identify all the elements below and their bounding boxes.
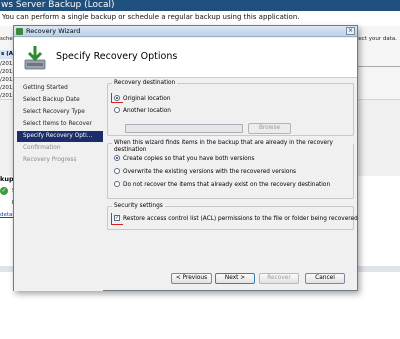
step-confirmation: Confirmation: [23, 145, 61, 151]
overwrite-label: Overwrite the existing versions with the…: [123, 169, 297, 175]
success-check-icon: ✓: [0, 187, 8, 195]
step-select-items[interactable]: Select Items to Recover: [17, 119, 103, 130]
red-annotation-mark: [111, 93, 123, 103]
background-title: ws Server Backup (Local): [1, 0, 115, 10]
skip-existing-radio[interactable]: [114, 180, 120, 187]
background-details-link[interactable]: detai: [0, 212, 14, 218]
background-right-snippet: tect your data.: [356, 36, 397, 42]
conflict-handling-legend: When this wizard finds items in the back…: [112, 140, 353, 154]
dialog-title-bar[interactable]: Recovery Wizard ×: [14, 26, 357, 37]
red-annotation-mark: [111, 213, 123, 225]
create-copies-radio[interactable]: [114, 154, 120, 161]
step-recovery-progress: Recovery Progress: [23, 157, 77, 163]
wizard-app-icon: [16, 28, 23, 35]
background-divider: [358, 66, 400, 100]
overwrite-radio[interactable]: [114, 167, 120, 174]
background-title-bar: ws Server Backup (Local): [0, 0, 400, 11]
another-location-radio[interactable]: [114, 106, 120, 113]
another-location-label: Another location: [123, 108, 171, 114]
security-settings-group: Security settings ✓ Restore access contro…: [107, 203, 358, 230]
previous-button[interactable]: < Previous: [171, 273, 212, 284]
page-title: Specify Recovery Options: [56, 51, 178, 62]
security-settings-legend: Security settings: [112, 203, 165, 210]
original-location-label: Original location: [123, 96, 171, 102]
step-select-recovery-type[interactable]: Select Recovery Type: [17, 107, 103, 118]
recovery-destination-legend: Recovery destination: [112, 80, 178, 87]
close-icon[interactable]: ×: [346, 27, 355, 35]
create-copies-option[interactable]: Create copies so that you have both vers…: [114, 154, 255, 163]
dialog-title: Recovery Wizard: [26, 27, 81, 35]
next-button[interactable]: Next >: [215, 273, 255, 284]
skip-existing-label: Do not recover the items that already ex…: [123, 182, 331, 188]
browse-button[interactable]: Browse: [248, 123, 291, 134]
wizard-content: Recovery destination Original location A…: [107, 79, 358, 291]
another-location-option[interactable]: Another location: [114, 106, 171, 115]
recovery-destination-group: Recovery destination Original location A…: [107, 80, 354, 136]
location-path-input[interactable]: [125, 124, 243, 133]
skip-existing-option[interactable]: Do not recover the items that already ex…: [114, 180, 331, 189]
step-select-backup-date[interactable]: Select Backup Date: [17, 95, 103, 106]
restore-acl-label: Restore access control list (ACL) permis…: [123, 216, 358, 222]
background-description: You can perform a single backup or sched…: [2, 13, 300, 21]
recover-button: Recover: [259, 273, 299, 284]
overwrite-option[interactable]: Overwrite the existing versions with the…: [114, 167, 297, 176]
wizard-header: Specify Recovery Options: [14, 38, 357, 78]
cancel-button[interactable]: Cancel: [305, 273, 345, 284]
conflict-handling-group: When this wizard finds items in the back…: [107, 140, 354, 199]
recovery-wizard-icon: [24, 46, 46, 70]
background-section-heading: kup: [0, 175, 14, 183]
step-getting-started[interactable]: Getting Started: [17, 83, 103, 94]
recovery-wizard-dialog: Recovery Wizard × Specify Recovery Optio…: [13, 25, 358, 291]
wizard-steps: Getting Started Select Backup Date Selec…: [14, 79, 103, 291]
create-copies-label: Create copies so that you have both vers…: [123, 156, 255, 162]
step-specify-options[interactable]: Specify Recovery Opti...: [17, 131, 103, 142]
restore-acl-option[interactable]: ✓ Restore access control list (ACL) permi…: [114, 214, 358, 223]
